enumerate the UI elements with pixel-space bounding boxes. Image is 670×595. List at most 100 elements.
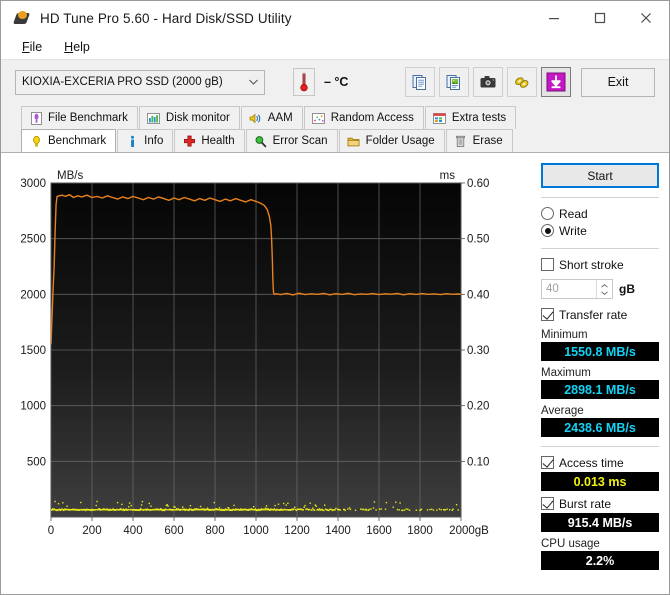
minimize-button[interactable]	[531, 1, 577, 35]
x-tick-label: 1400	[325, 525, 351, 537]
tab-info[interactable]: Info	[117, 129, 174, 152]
temperature-readout: – °C	[324, 75, 349, 89]
tab-label: Info	[144, 135, 164, 147]
tab-file-benchmark[interactable]: File Benchmark	[21, 106, 138, 129]
tab-label: AAM	[267, 112, 293, 124]
y-tick-label: 3000	[20, 178, 46, 190]
radio-read-label: Read	[559, 206, 588, 221]
benchmark-chart: 500 1000 1500 2000 2500 3000 0.10 0.20 0.30 0.40…	[11, 161, 533, 584]
tab-label: Error Scan	[272, 135, 328, 147]
transfer-rate-graph: 50010001500200025003000 0.100.200.300.40…	[20, 170, 489, 537]
tab-label: Folder Usage	[365, 135, 435, 147]
x-tick-label: 600	[164, 525, 183, 537]
tab-benchmark[interactable]: Benchmark	[21, 129, 117, 152]
chevron-down-icon	[242, 79, 264, 85]
short-stroke-value: 40	[546, 283, 559, 295]
tab-error-scan[interactable]: Error Scan	[245, 129, 338, 152]
y2-axis-unit: ms	[440, 170, 456, 182]
burst-rate-value: 915.4 MB/s	[541, 513, 659, 532]
x-tick-label: 800	[205, 525, 224, 537]
y-tick-label: 1500	[20, 345, 46, 357]
checkbox-access-time[interactable]: Access time	[541, 454, 659, 471]
tab-extra-tests[interactable]: Extra tests	[424, 106, 517, 129]
extra-tests-icon	[433, 111, 447, 125]
radio-write[interactable]: Write	[541, 222, 659, 239]
y-tick-label: 2000	[20, 289, 46, 301]
window-title: HD Tune Pro 5.60 - Hard Disk/SSD Utility	[40, 10, 292, 26]
content-area: 500 1000 1500 2000 2500 3000 0.10 0.20 0.30 0.40…	[1, 153, 669, 594]
radio-read[interactable]: Read	[541, 205, 659, 222]
copy-text-icon[interactable]	[405, 67, 435, 97]
y-tick-label: 2500	[20, 234, 46, 246]
tab-bar: File Benchmark Disk monitor AAM Random A…	[1, 104, 669, 153]
radio-write-label: Write	[559, 223, 587, 238]
y-tick-label: 500	[27, 456, 46, 468]
benchmark-bulb-icon	[29, 134, 43, 148]
short-stroke-stepper[interactable]: 40 gB	[541, 279, 659, 299]
average-label: Average	[541, 405, 584, 417]
cpu-usage-label: CPU usage	[541, 538, 600, 550]
short-stroke-checkbox	[541, 258, 554, 271]
start-button[interactable]: Start	[541, 163, 659, 188]
thermometer-icon	[293, 68, 315, 96]
average-value: 2438.6 MB/s	[541, 418, 659, 437]
burst-rate-checkbox	[541, 497, 554, 510]
tab-row-bottom: Benchmark Info Health Error Scan Folder …	[21, 129, 669, 152]
drive-select[interactable]: KIOXIA-EXCERIA PRO SSD (2000 gB)	[15, 69, 265, 95]
checkbox-short-stroke[interactable]: Short stroke	[541, 256, 659, 273]
checkbox-burst-rate[interactable]: Burst rate	[541, 495, 659, 512]
menu-item-help[interactable]: Help	[53, 37, 101, 57]
exit-button[interactable]: Exit	[581, 67, 655, 97]
tab-disk-monitor[interactable]: Disk monitor	[138, 106, 240, 129]
menu-bar: File Help	[1, 35, 669, 59]
x-tick-label: 200	[82, 525, 101, 537]
tab-folder-usage[interactable]: Folder Usage	[338, 129, 445, 152]
random-access-icon	[312, 111, 326, 125]
menu-item-file[interactable]: File	[11, 37, 53, 57]
controls-panel: Start Read Write Short stroke 40 gB Tran…	[541, 161, 659, 584]
folder-link-icon[interactable]	[507, 67, 537, 97]
info-icon	[125, 134, 139, 148]
transfer-rate-checkbox	[541, 308, 554, 321]
screenshot-icon[interactable]	[473, 67, 503, 97]
tab-label: Extra tests	[451, 112, 507, 124]
copy-image-icon[interactable]	[439, 67, 469, 97]
access-time-value: 0.013 ms	[541, 472, 659, 491]
x-tick-label: 1600	[366, 525, 392, 537]
minimum-label: Minimum	[541, 329, 588, 341]
short-stroke-label: Short stroke	[559, 257, 624, 272]
hd-tune-pro-window: HD Tune Pro 5.60 - Hard Disk/SSD Utility…	[0, 0, 670, 595]
divider	[541, 197, 659, 198]
aam-speaker-icon	[249, 111, 263, 125]
y2-tick-label: 0.40	[467, 289, 489, 301]
toolbar: KIOXIA-EXCERIA PRO SSD (2000 gB) – °C Ex…	[1, 59, 669, 104]
x-tick-label: 2000gB	[449, 525, 489, 537]
y2-tick-label: 0.50	[467, 234, 489, 246]
file-benchmark-icon	[29, 111, 43, 125]
divider	[541, 248, 659, 249]
close-button[interactable]	[623, 1, 669, 35]
x-tick-label: 1000	[243, 525, 269, 537]
access-time-checkbox	[541, 456, 554, 469]
checkbox-transfer-rate[interactable]: Transfer rate	[541, 306, 659, 323]
drive-select-value: KIOXIA-EXCERIA PRO SSD (2000 gB)	[22, 76, 223, 88]
toolbar-buttons	[405, 67, 571, 97]
tab-aam[interactable]: AAM	[240, 106, 303, 129]
y2-tick-label: 0.20	[467, 401, 489, 413]
tab-erase[interactable]: Erase	[445, 129, 513, 152]
tab-health[interactable]: Health	[174, 129, 245, 152]
title-bar: HD Tune Pro 5.60 - Hard Disk/SSD Utility	[1, 1, 669, 35]
y2-tick-label: 0.30	[467, 345, 489, 357]
maximize-button[interactable]	[577, 1, 623, 35]
y-tick-label: 1000	[20, 401, 46, 413]
health-cross-icon	[182, 134, 196, 148]
maximum-value: 2898.1 MB/s	[541, 380, 659, 399]
window-controls	[531, 1, 669, 35]
stepper-arrows-icon[interactable]	[596, 280, 612, 298]
maximum-label: Maximum	[541, 367, 591, 379]
download-arrow-icon[interactable]	[541, 67, 571, 97]
tab-label: Random Access	[330, 112, 414, 124]
tab-label: Disk monitor	[165, 112, 230, 124]
error-scan-magnifier-icon	[254, 134, 268, 148]
tab-random-access[interactable]: Random Access	[303, 106, 424, 129]
